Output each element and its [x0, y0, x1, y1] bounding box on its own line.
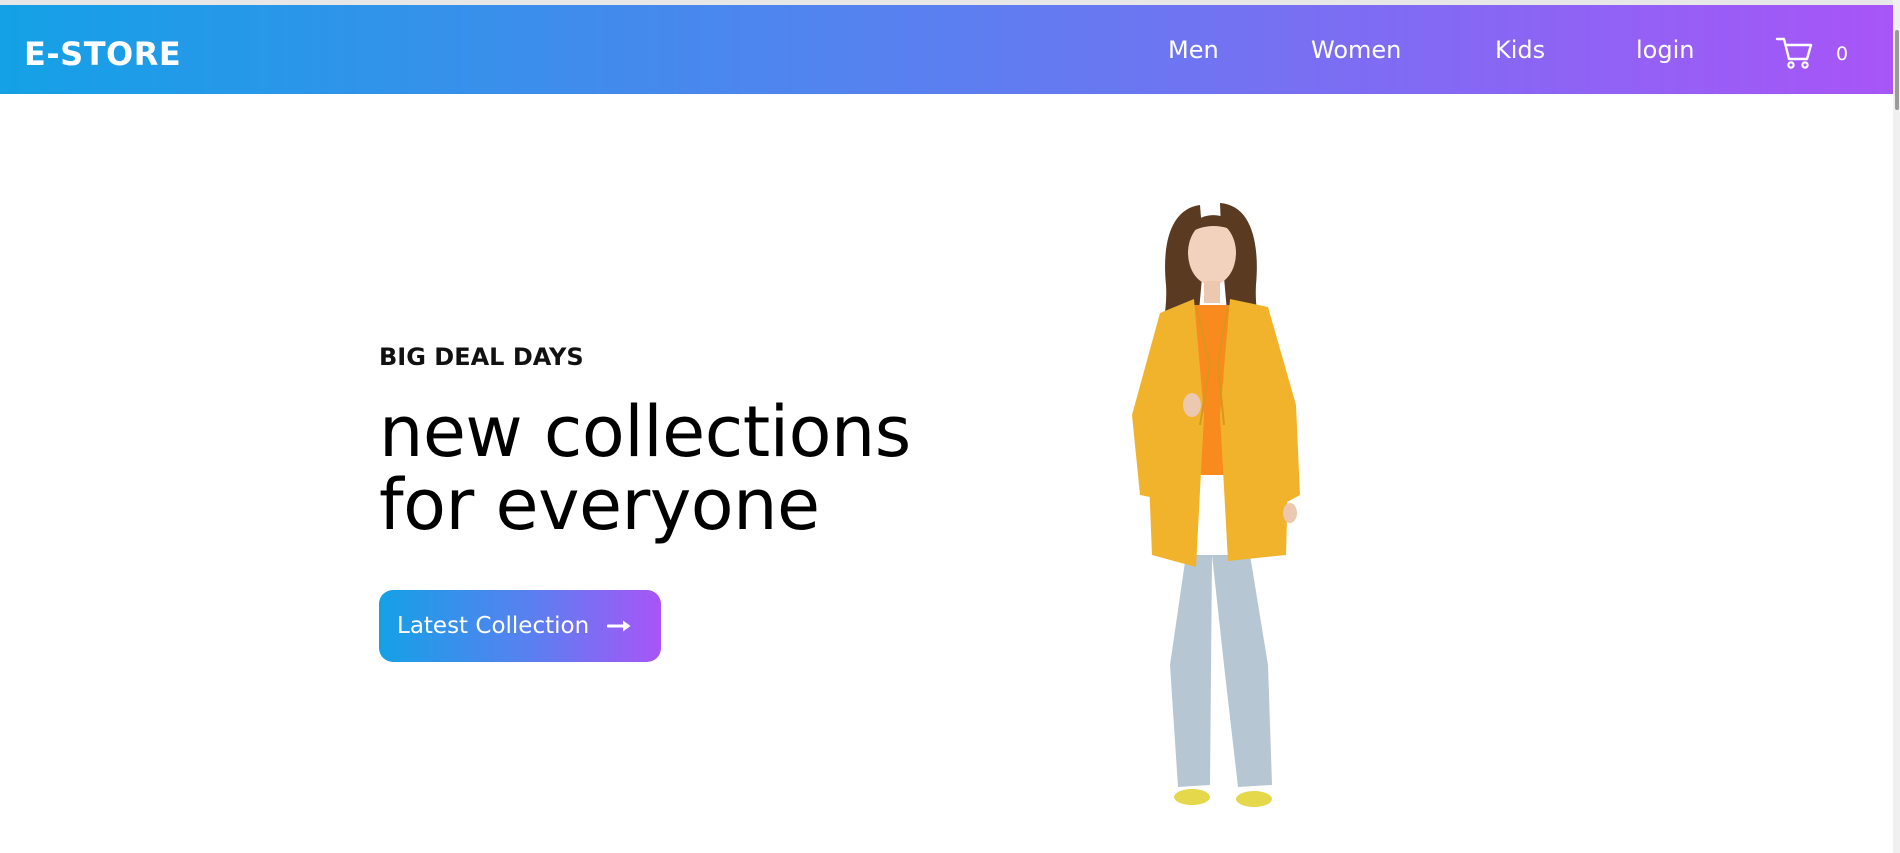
navbar: E-STORE Men Women Kids login 0	[0, 5, 1893, 94]
hero-headline-line1: new collections	[379, 391, 911, 473]
shopping-cart-icon[interactable]	[1775, 35, 1815, 71]
page-scrollbar[interactable]	[1893, 0, 1900, 853]
hero-model-image	[1100, 195, 1340, 830]
hero-eyebrow: BIG DEAL DAYS	[379, 343, 584, 371]
latest-collection-button[interactable]: Latest Collection	[379, 590, 661, 662]
model-figure	[1132, 203, 1300, 807]
page: E-STORE Men Women Kids login 0 BIG DEAL …	[0, 0, 1900, 853]
scrollbar-thumb[interactable]	[1895, 30, 1899, 110]
nav-women[interactable]: Women	[1311, 38, 1401, 62]
latest-collection-label: Latest Collection	[397, 613, 590, 639]
cart-graphic	[1775, 37, 1813, 69]
nav-kids[interactable]: Kids	[1495, 38, 1545, 62]
hero-headline: new collections for everyone	[379, 396, 911, 542]
nav-men[interactable]: Men	[1168, 38, 1219, 62]
cart-count-badge: 0	[1836, 43, 1849, 65]
main-nav: Men Women Kids login	[0, 5, 1893, 94]
nav-login[interactable]: login	[1636, 38, 1694, 62]
arrow-right-icon	[607, 620, 631, 632]
hero-headline-line2: for everyone	[379, 464, 820, 546]
